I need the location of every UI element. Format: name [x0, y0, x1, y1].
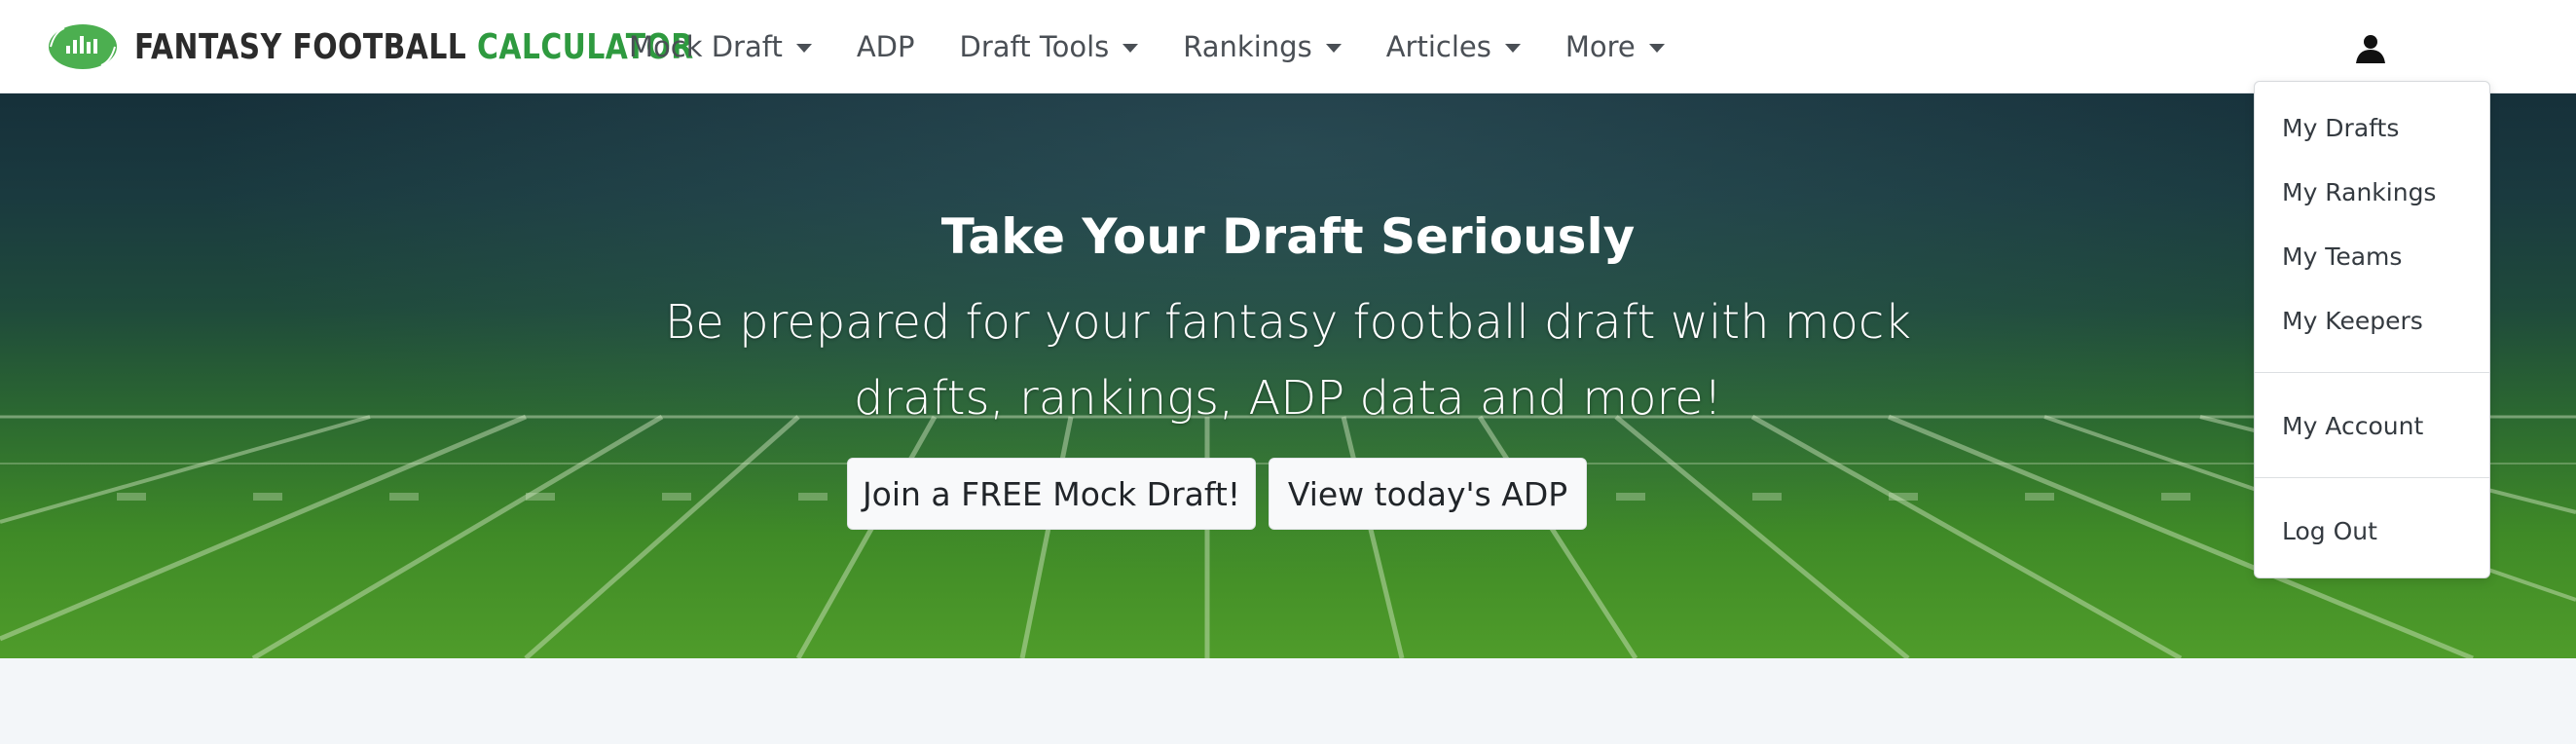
menu-my-teams[interactable]: My Teams — [2282, 242, 2402, 271]
caret-down-icon — [1504, 43, 1521, 53]
caret-down-icon — [1122, 43, 1139, 53]
caret-down-icon — [795, 43, 812, 53]
menu-log-out[interactable]: Log Out — [2282, 517, 2377, 545]
hero-banner: Take Your Draft Seriously Be prepared fo… — [0, 93, 2576, 658]
caret-down-icon — [1648, 43, 1665, 53]
nav-articles[interactable]: Articles — [1386, 30, 1521, 63]
caret-down-icon — [1325, 43, 1342, 53]
view-adp-button[interactable]: View today's ADP — [1269, 458, 1587, 530]
nav-draft-tools[interactable]: Draft Tools — [960, 30, 1139, 63]
nav-label: Articles — [1385, 30, 1491, 63]
top-navbar: FANTASY FOOTBALL CALCULATOR Mock Draft A… — [0, 0, 2576, 93]
user-dropdown-menu: My Drafts My Rankings My Teams My Keeper… — [2254, 81, 2490, 578]
nav-rankings[interactable]: Rankings — [1183, 30, 1342, 63]
user-icon[interactable] — [2354, 33, 2387, 64]
nav-label: ADP — [856, 30, 915, 63]
menu-my-drafts[interactable]: My Drafts — [2282, 114, 2399, 142]
nav-mock-draft[interactable]: Mock Draft — [629, 30, 812, 63]
nav-label: Mock Draft — [629, 30, 783, 63]
football-logo-icon — [49, 24, 117, 69]
menu-divider — [2255, 477, 2489, 478]
nav-label: More — [1564, 30, 1636, 63]
nav-adp[interactable]: ADP — [857, 30, 915, 63]
menu-my-keepers[interactable]: My Keepers — [2282, 307, 2423, 335]
join-mock-draft-button[interactable]: Join a FREE Mock Draft! — [847, 458, 1256, 530]
hero-subtitle: Be prepared for your fantasy football dr… — [664, 295, 1912, 426]
nav-more[interactable]: More — [1565, 30, 1665, 63]
nav-label: Draft Tools — [959, 30, 1110, 63]
nav-label: Rankings — [1183, 30, 1312, 63]
brand-name-part1: FANTASY FOOTBALL — [134, 26, 478, 67]
menu-divider — [2255, 372, 2489, 373]
brand-name: FANTASY FOOTBALL CALCULATOR — [134, 27, 694, 67]
menu-my-rankings[interactable]: My Rankings — [2282, 178, 2436, 206]
hero-title: Take Your Draft Seriously — [940, 208, 1636, 265]
menu-my-account[interactable]: My Account — [2282, 412, 2423, 440]
main-nav: Mock Draft ADP Draft Tools Rankings Arti… — [629, 0, 1710, 93]
